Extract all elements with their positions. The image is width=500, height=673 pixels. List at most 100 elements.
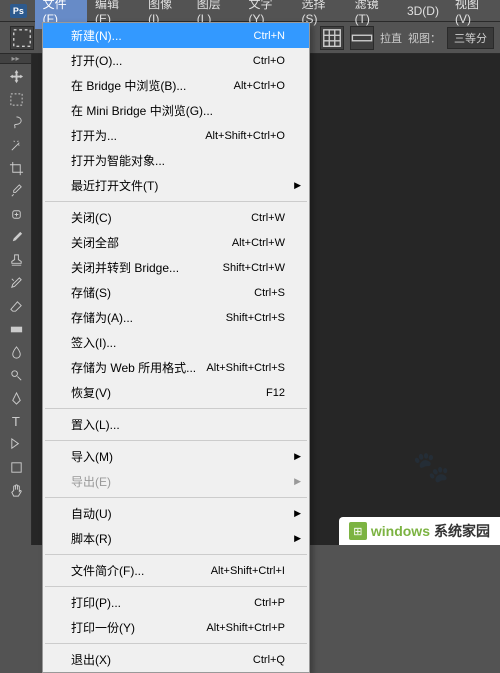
path-tool[interactable]: [3, 433, 29, 455]
menu-item-label: 脚本(R): [71, 530, 285, 547]
crop-tool[interactable]: [3, 157, 29, 179]
menu-item[interactable]: 恢复(V)F12: [43, 380, 309, 405]
tool-preset-icon[interactable]: [10, 26, 34, 50]
menu-separator: [45, 554, 307, 555]
menu-separator: [45, 201, 307, 202]
menu-item[interactable]: 存储为 Web 所用格式...Alt+Shift+Ctrl+S: [43, 355, 309, 380]
menu-item-shortcut: Ctrl+O: [253, 55, 285, 67]
menu-item-label: 存储为 Web 所用格式...: [71, 359, 206, 376]
menu-item-label: 在 Mini Bridge 中浏览(G)...: [71, 102, 285, 119]
view-dropdown[interactable]: 三等分: [447, 27, 494, 49]
healing-tool[interactable]: [3, 203, 29, 225]
watermark-text-2: 系统家园: [434, 521, 490, 541]
menu-3d[interactable]: 3D(D): [399, 1, 447, 21]
app-logo: Ps: [10, 4, 27, 18]
lasso-tool[interactable]: [3, 111, 29, 133]
menu-item-label: 导出(E): [71, 473, 285, 490]
menu-item[interactable]: 文件简介(F)...Alt+Shift+Ctrl+I: [43, 558, 309, 583]
eyedropper-tool[interactable]: [3, 180, 29, 202]
menu-item-shortcut: F12: [266, 387, 285, 399]
menu-item[interactable]: 打开为...Alt+Shift+Ctrl+O: [43, 123, 309, 148]
gradient-tool[interactable]: [3, 318, 29, 340]
menu-item[interactable]: 导入(M) ▶: [43, 444, 309, 469]
shape-tool[interactable]: [3, 456, 29, 478]
menu-item[interactable]: 打印(P)...Ctrl+P: [43, 590, 309, 615]
menu-item-shortcut: Alt+Shift+Ctrl+S: [206, 362, 285, 374]
menu-item-label: 存储(S): [71, 284, 254, 301]
watermark-paw-icon: 🐾: [413, 450, 450, 485]
menu-separator: [45, 586, 307, 587]
menu-item[interactable]: 脚本(R) ▶: [43, 526, 309, 551]
toolbar-collapse[interactable]: ▸▸: [0, 54, 31, 64]
submenu-arrow-icon: ▶: [294, 508, 301, 519]
menu-item: 导出(E) ▶: [43, 469, 309, 494]
menu-item[interactable]: 关闭全部Alt+Ctrl+W: [43, 230, 309, 255]
menubar: Ps 文件(F) 编辑(E) 图像(I) 图层(L) 文字(Y) 选择(S) 滤…: [0, 0, 500, 22]
menu-item-label: 关闭全部: [71, 234, 232, 251]
menu-item-shortcut: Ctrl+P: [254, 597, 285, 609]
menu-item-shortcut: Ctrl+Q: [253, 654, 285, 666]
ruler-icon[interactable]: [350, 26, 374, 50]
windows-icon: ⊞: [349, 522, 367, 540]
menu-item-shortcut: Alt+Ctrl+W: [232, 237, 285, 249]
menu-item-label: 恢复(V): [71, 384, 266, 401]
menu-separator: [45, 643, 307, 644]
menu-item[interactable]: 在 Bridge 中浏览(B)...Alt+Ctrl+O: [43, 73, 309, 98]
toolbar: ▸▸ T: [0, 54, 32, 545]
menu-item[interactable]: 打开为智能对象...: [43, 148, 309, 173]
submenu-arrow-icon: ▶: [294, 180, 301, 191]
stamp-tool[interactable]: [3, 249, 29, 271]
grid-icon[interactable]: [320, 26, 344, 50]
menu-item-label: 打开为...: [71, 127, 205, 144]
menu-item[interactable]: 自动(U) ▶: [43, 501, 309, 526]
menu-item-label: 退出(X): [71, 651, 253, 668]
hand-tool[interactable]: [3, 479, 29, 501]
menu-item[interactable]: 存储(S)Ctrl+S: [43, 280, 309, 305]
menu-item-shortcut: Ctrl+N: [254, 30, 285, 42]
menu-item[interactable]: 置入(L)...: [43, 412, 309, 437]
brush-tool[interactable]: [3, 226, 29, 248]
menu-item-shortcut: Alt+Shift+Ctrl+P: [206, 622, 285, 634]
dodge-tool[interactable]: [3, 364, 29, 386]
menu-item[interactable]: 打印一份(Y)Alt+Shift+Ctrl+P: [43, 615, 309, 640]
menu-separator: [45, 408, 307, 409]
svg-text:T: T: [11, 414, 19, 429]
menu-item-shortcut: Ctrl+S: [254, 287, 285, 299]
marquee-tool[interactable]: [3, 88, 29, 110]
submenu-arrow-icon: ▶: [294, 451, 301, 462]
menu-item-label: 最近打开文件(T): [71, 177, 285, 194]
menu-item-label: 存储为(A)...: [71, 309, 226, 326]
move-tool[interactable]: [3, 65, 29, 87]
menu-item-label: 自动(U): [71, 505, 285, 522]
menu-item[interactable]: 打开(O)...Ctrl+O: [43, 48, 309, 73]
menu-separator: [45, 497, 307, 498]
menu-item[interactable]: 关闭并转到 Bridge...Shift+Ctrl+W: [43, 255, 309, 280]
menu-item-label: 置入(L)...: [71, 416, 285, 433]
submenu-arrow-icon: ▶: [294, 476, 301, 487]
wand-tool[interactable]: [3, 134, 29, 156]
menu-item[interactable]: 最近打开文件(T) ▶: [43, 173, 309, 198]
menu-item[interactable]: 存储为(A)...Shift+Ctrl+S: [43, 305, 309, 330]
menu-item-shortcut: Shift+Ctrl+S: [226, 312, 285, 324]
menu-item-label: 新建(N)...: [71, 27, 254, 44]
menu-item[interactable]: 在 Mini Bridge 中浏览(G)...: [43, 98, 309, 123]
menu-item-shortcut: Ctrl+W: [251, 212, 285, 224]
menu-item[interactable]: 关闭(C)Ctrl+W: [43, 205, 309, 230]
pen-tool[interactable]: [3, 387, 29, 409]
menu-item[interactable]: 退出(X)Ctrl+Q: [43, 647, 309, 672]
submenu-arrow-icon: ▶: [294, 533, 301, 544]
type-tool[interactable]: T: [3, 410, 29, 432]
menu-item-label: 导入(M): [71, 448, 285, 465]
menu-item-label: 打印一份(Y): [71, 619, 206, 636]
menu-item-label: 打开(O)...: [71, 52, 253, 69]
menu-item-label: 关闭并转到 Bridge...: [71, 259, 223, 276]
watermark-text-1: windows: [371, 523, 430, 539]
menu-item[interactable]: 签入(I)...: [43, 330, 309, 355]
history-brush-tool[interactable]: [3, 272, 29, 294]
straighten-label: 拉直: [380, 30, 402, 46]
eraser-tool[interactable]: [3, 295, 29, 317]
menu-item[interactable]: 新建(N)...Ctrl+N: [43, 23, 309, 48]
menu-separator: [45, 440, 307, 441]
menu-item-shortcut: Alt+Shift+Ctrl+O: [205, 130, 285, 142]
blur-tool[interactable]: [3, 341, 29, 363]
